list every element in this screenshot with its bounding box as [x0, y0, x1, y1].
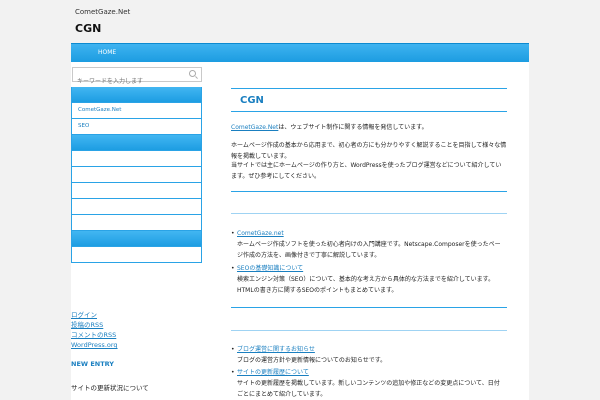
widget-header: [72, 87, 201, 102]
list-item-text: ホームページ作成ソフトを使った初心者向けの入門講座です。Netscape.Com…: [237, 241, 501, 259]
sidebar-item-empty[interactable]: [72, 198, 201, 214]
list-item-link[interactable]: CometGaze.net: [237, 230, 284, 237]
site-title[interactable]: CGN: [75, 22, 101, 35]
intro-link[interactable]: CometGaze.Net: [231, 124, 278, 131]
search-input[interactable]: [73, 75, 182, 87]
sidebar-item-empty[interactable]: [72, 150, 201, 166]
list-item: • ブログ運営に関するお知らせ ブログの運営方針や更新情報についてのお知らせです…: [231, 344, 503, 366]
comments-rss-link[interactable]: コメントのRSS: [71, 330, 118, 340]
paragraph-2: ホームページ作成の基本から応用まで、初心者の方にも分かりやすく解説することを目指…: [231, 142, 507, 160]
sidebar-item-empty[interactable]: [72, 246, 201, 262]
intro-text: は、ウェブサイト制作に関する情報を発信しています。: [278, 124, 428, 131]
list-item-text: ブログの運営方針や更新情報についてのお知らせです。: [237, 357, 387, 364]
list-item: • サイトの更新履歴について サイトの更新履歴を掲載しています。新しいコンテンツ…: [231, 367, 503, 400]
meta-links: ログイン 投稿のRSS コメントのRSS WordPress.org: [71, 310, 118, 350]
section-divider: [231, 330, 507, 331]
sidebar-item-empty[interactable]: [72, 182, 201, 198]
page-container: CometGaze.Net SEO ログイン 投稿のRSS コメントのRSS W…: [71, 62, 529, 400]
search-icon[interactable]: [189, 70, 196, 77]
nav-home-link[interactable]: HOME: [98, 49, 116, 56]
new-entry-heading: NEW ENTRY: [71, 360, 114, 368]
page-title: CGN: [240, 95, 264, 106]
global-nav: HOME: [71, 43, 529, 63]
paragraph-3: 当サイトでは主にホームページの作り方と、WordPressを使ったブログ運営など…: [231, 162, 502, 180]
list-item-text: 検索エンジン対策（SEO）について、基本的な考え方から具体的な方法までを紹介して…: [237, 276, 495, 294]
wordpress-org-link[interactable]: WordPress.org: [71, 340, 118, 350]
posts-rss-link[interactable]: 投稿のRSS: [71, 320, 118, 330]
bullet-icon: •: [231, 346, 235, 353]
login-link[interactable]: ログイン: [71, 310, 118, 320]
search-box: [72, 67, 202, 87]
widget-header: [72, 230, 201, 246]
sidebar-item-cometgaze[interactable]: CometGaze.Net: [72, 102, 201, 118]
list-item-link[interactable]: SEOの基礎知識について: [237, 265, 303, 272]
section-divider: [231, 307, 507, 308]
bullet-icon: •: [231, 230, 235, 237]
section-divider: [231, 213, 507, 214]
sidebar-item-empty[interactable]: [72, 166, 201, 182]
bullet-icon: •: [231, 265, 235, 272]
bullet-icon: •: [231, 369, 235, 376]
main-content: CGN CometGaze.Netは、ウェブサイト制作に関する情報を発信していま…: [231, 88, 507, 398]
sidebar-widget-categories: CometGaze.Net SEO: [71, 87, 202, 263]
new-entry-item[interactable]: サイトの更新状況について: [71, 382, 149, 392]
section-divider: [231, 191, 507, 192]
main-title-box: CGN: [231, 88, 507, 112]
list-item-link[interactable]: サイトの更新履歴について: [237, 369, 309, 376]
site-description: CometGaze.Net: [75, 8, 131, 16]
list-item: • CometGaze.net ホームページ作成ソフトを使った初心者向けの入門講…: [231, 228, 503, 261]
list-item-text: サイトの更新履歴を掲載しています。新しいコンテンツの追加や修正などの変更点につい…: [237, 380, 500, 398]
list-item-link[interactable]: ブログ運営に関するお知らせ: [237, 346, 315, 353]
list-item: • SEOの基礎知識について 検索エンジン対策（SEO）について、基本的な考え方…: [231, 263, 503, 296]
intro-paragraph: CometGaze.Netは、ウェブサイト制作に関する情報を発信しています。: [231, 122, 507, 133]
sidebar-item-empty[interactable]: [72, 214, 201, 230]
widget-header: [72, 134, 201, 150]
sidebar-item-seo[interactable]: SEO: [72, 118, 201, 134]
